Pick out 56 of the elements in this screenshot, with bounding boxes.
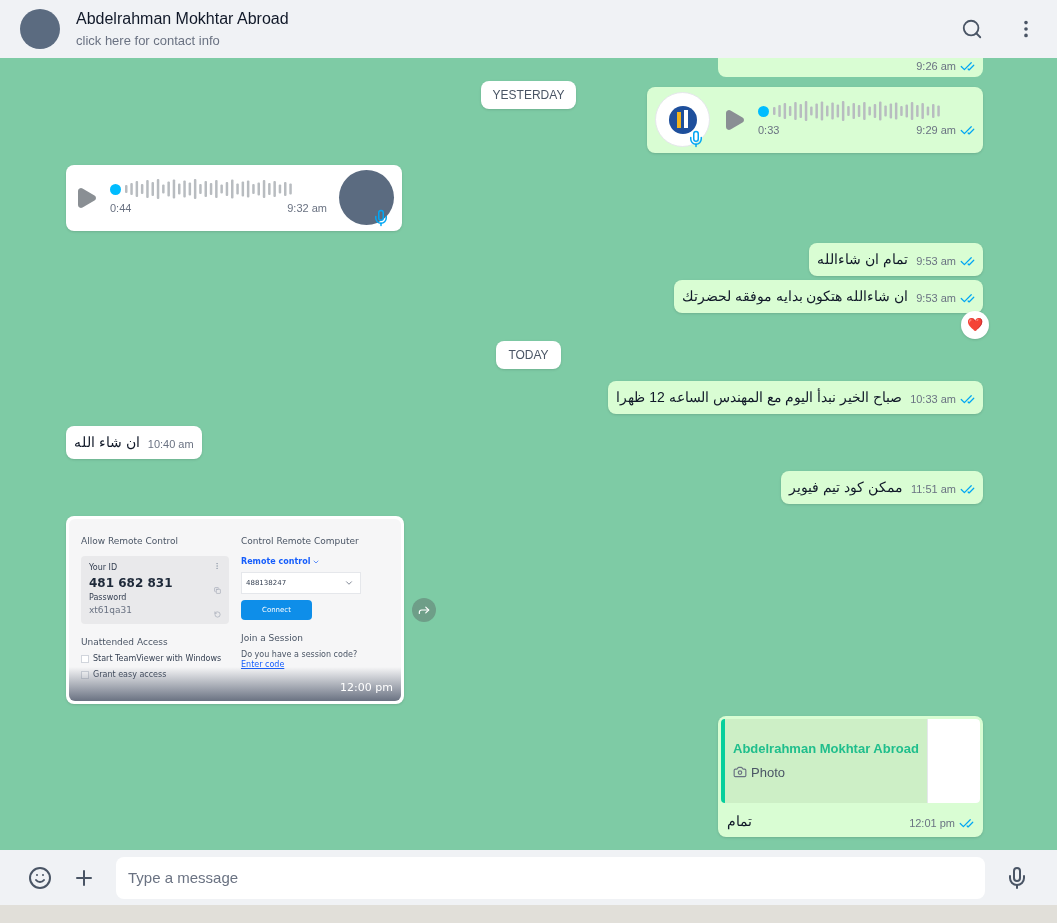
message-time: 12:00 pm — [340, 680, 393, 696]
id-value: 481 682 831 — [89, 575, 173, 592]
message-time: 9:29 am — [916, 123, 956, 139]
chevron-icon — [344, 578, 354, 588]
id-label: Your ID — [89, 562, 119, 574]
password-value: xt61qa31 — [89, 604, 133, 617]
forward-button[interactable] — [412, 597, 436, 622]
message-input[interactable]: Type a message — [116, 856, 985, 899]
panel-title: Control Remote Computer — [241, 534, 360, 548]
logo-icon — [667, 104, 698, 135]
message-time: 9:53 am — [916, 291, 956, 306]
refresh-icon — [213, 610, 221, 618]
message-text: ان شاءالله هتكون بدايه موفقه لحضرتك — [681, 286, 909, 307]
contact-subtitle: click here for contact info — [76, 32, 221, 51]
message-time: 9:26 am — [916, 59, 956, 74]
voice-duration: 0:33 — [758, 123, 780, 139]
enter-code-link[interactable]: Enter code — [241, 659, 285, 669]
search-icon[interactable] — [961, 18, 983, 40]
contact-name: Abdelrahman Mokhtar Abroad — [76, 9, 290, 30]
checkbox[interactable] — [81, 671, 89, 679]
option-label: Start TeamViewer with Windows — [93, 653, 222, 665]
date-divider: TODAY — [496, 340, 561, 369]
message-text: تمام ان شاءالله — [817, 249, 909, 270]
date-divider: YESTERDAY — [480, 80, 577, 109]
message-time: 10:33 am — [910, 392, 956, 407]
quoted-sender: Abdelrahman Mokhtar Abroad — [733, 740, 919, 758]
message-text: تمام — [727, 811, 752, 832]
message-time: 9:53 am — [916, 254, 956, 269]
password-label: Password — [89, 592, 128, 604]
chat-header[interactable]: Abdelrahman Mokhtar Abroad click here for contact info — [0, 0, 1057, 58]
microphone-icon — [372, 209, 390, 227]
more-icon — [213, 562, 221, 570]
message-time: 9:32 am — [287, 201, 327, 217]
quoted-type: Photo — [751, 763, 785, 782]
voice-duration: 0:44 — [110, 201, 132, 217]
emoji-icon[interactable] — [28, 865, 52, 890]
copy-icon — [213, 586, 221, 594]
mode-dropdown[interactable]: Remote control — [241, 556, 389, 568]
option-label: Grant easy access — [93, 669, 167, 681]
message-time: 12:01 pm — [909, 816, 955, 831]
reaction[interactable]: ❤ — [961, 310, 989, 339]
message-text: صباح الخير نبدأ اليوم مع المهندس الساعه 12 ظهرا — [616, 387, 903, 408]
message-text: ممكن كود تيم فيوير — [789, 477, 903, 498]
panel-title: Unattended Access — [81, 635, 169, 649]
message-time: 11:51 am — [910, 482, 956, 497]
join-text: Do you have a session code? Enter code — [241, 649, 359, 670]
quoted-message[interactable]: Abdelrahman Mokhtar Abroad Photo — [721, 718, 980, 803]
panel-title: Allow Remote Control — [81, 534, 179, 548]
microphone-icon — [687, 130, 705, 148]
photo-placeholder — [20, 9, 60, 49]
message-time: 10:40 am — [147, 437, 194, 452]
message-text: ان شاء الله — [74, 432, 140, 452]
chevron-icon — [312, 558, 321, 566]
checkbox[interactable] — [81, 655, 89, 663]
panel-title: Join a Session — [241, 632, 304, 645]
camera-icon — [733, 765, 747, 780]
